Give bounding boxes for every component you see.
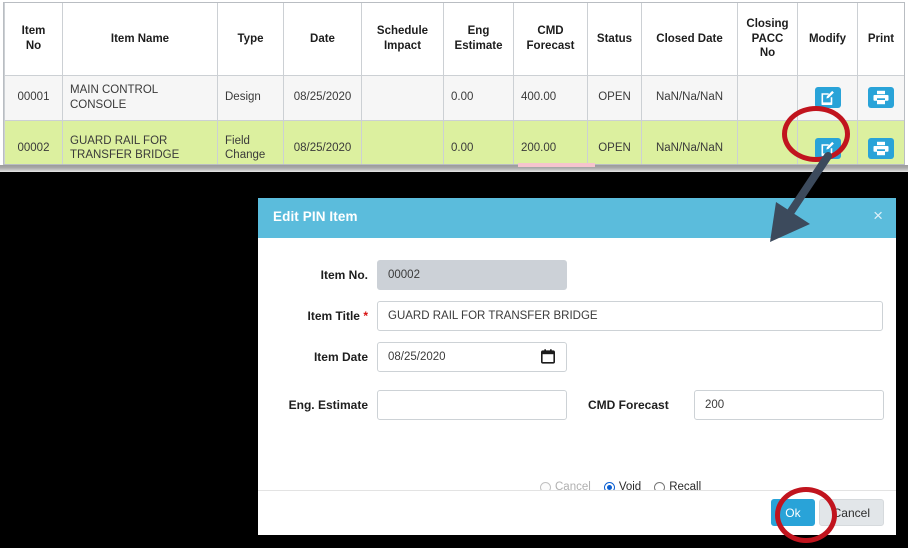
column-header-print[interactable]: Print (857, 3, 904, 76)
table-row[interactable]: 00002 GUARD RAIL FOR TRANSFER BRIDGE Fie… (4, 119, 904, 164)
column-header-schedule-impact[interactable]: Schedule Impact (361, 3, 444, 76)
cell-status: OPEN (587, 119, 642, 164)
cell-print (857, 119, 904, 164)
header-line-2: Impact (383, 39, 422, 52)
header-line-2: No (25, 39, 42, 52)
edit-square-icon[interactable] (814, 137, 841, 159)
printer-icon[interactable] (868, 87, 894, 108)
header-line-1: Schedule (376, 25, 429, 38)
cell-eng-estimate: 0.00 (443, 74, 514, 121)
item-title-label-text: Item Title (307, 309, 360, 323)
panel-bottom-scrollbar[interactable] (0, 165, 908, 172)
cell-print (857, 74, 904, 121)
header-line-2: PACC (751, 32, 784, 45)
header-line-1: Closing (746, 18, 789, 31)
cell-type: Design (217, 74, 284, 121)
edit-square-icon[interactable] (814, 87, 841, 108)
dialog-footer: Ok Cancel (258, 490, 896, 535)
item-date-wrapper (377, 342, 567, 372)
cell-cmd-forecast: 400.00 (513, 74, 588, 121)
header-line-3: No (759, 46, 776, 59)
column-header-status[interactable]: Status (587, 3, 642, 76)
dialog-body: Item No. Item Title * Item Date (258, 238, 896, 493)
dialog-title: Edit PIN Item (273, 209, 358, 224)
close-icon[interactable]: × (873, 207, 883, 224)
eng-estimate-label: Eng. Estimate (288, 398, 368, 412)
type-line-2: Change (225, 149, 266, 161)
header-line-2: Estimate (454, 39, 503, 52)
header-line-2: Forecast (526, 39, 575, 52)
item-date-input[interactable] (377, 342, 567, 372)
type-line-1: Field (225, 134, 250, 147)
column-header-type[interactable]: Type (217, 3, 284, 76)
header-line-1: Eng (467, 25, 490, 38)
cell-closing-pacc-no (737, 119, 798, 164)
column-header-closed-date[interactable]: Closed Date (641, 3, 738, 76)
pin-items-table: Item No Item Name Type Date Schedule Imp… (4, 3, 904, 164)
column-header-cmd-forecast[interactable]: CMD Forecast (513, 3, 588, 76)
cell-eng-estimate: 0.00 (443, 119, 514, 164)
item-title-label: Item Title * (258, 309, 368, 323)
item-name-line-1: GUARD RAIL FOR (70, 134, 168, 147)
item-title-input[interactable] (377, 301, 883, 331)
table-header-row: Item No Item Name Type Date Schedule Imp… (4, 3, 904, 76)
table-row[interactable]: 00001 MAIN CONTROL CONSOLE Design 08/25/… (4, 74, 904, 121)
printer-icon[interactable] (868, 137, 894, 159)
cancel-button[interactable]: Cancel (818, 499, 884, 526)
cell-date: 08/25/2020 (283, 119, 362, 164)
cell-type: Field Change (217, 119, 284, 164)
header-line-1: Item (21, 25, 46, 38)
eng-estimate-input[interactable] (377, 390, 567, 420)
header-line-1: CMD (537, 25, 564, 38)
pin-items-table-frame: Item No Item Name Type Date Schedule Imp… (3, 2, 905, 165)
ok-button[interactable]: Ok (771, 499, 815, 526)
item-date-label: Item Date (313, 350, 368, 364)
item-no-input[interactable] (377, 260, 567, 290)
cell-schedule-impact (361, 119, 444, 164)
pin-items-panel: Item No Item Name Type Date Schedule Imp… (0, 0, 908, 172)
cmd-forecast-label: CMD Forecast (588, 398, 669, 412)
cell-item-name: MAIN CONTROL CONSOLE (62, 74, 218, 121)
column-header-date[interactable]: Date (283, 3, 362, 76)
pink-row-indicator (518, 163, 595, 167)
cmd-forecast-input[interactable] (694, 390, 884, 420)
cell-modify (797, 74, 858, 121)
cell-cmd-forecast: 200.00 (513, 119, 588, 164)
cell-modify (797, 119, 858, 164)
column-header-closing-pacc-no[interactable]: Closing PACC No (737, 3, 798, 76)
column-header-item-no[interactable]: Item No (4, 3, 63, 76)
edit-pin-item-dialog: Edit PIN Item × Item No. Item Title * It… (258, 198, 896, 535)
cell-status: OPEN (587, 74, 642, 121)
cell-closing-pacc-no (737, 74, 798, 121)
table-body: 00001 MAIN CONTROL CONSOLE Design 08/25/… (4, 74, 904, 164)
column-header-modify[interactable]: Modify (797, 3, 858, 76)
column-header-eng-estimate[interactable]: Eng Estimate (443, 3, 514, 76)
dialog-footer-buttons: Ok Cancel (771, 499, 884, 526)
cell-date: 08/25/2020 (283, 74, 362, 121)
cell-item-name: GUARD RAIL FOR TRANSFER BRIDGE (62, 119, 218, 164)
item-name-line-2: TRANSFER BRIDGE (70, 149, 180, 161)
item-no-label: Item No. (320, 268, 368, 282)
cell-item-no: 00002 (4, 119, 63, 164)
dialog-header: Edit PIN Item × (258, 198, 896, 238)
column-header-item-name[interactable]: Item Name (62, 3, 218, 76)
required-marker: * (363, 309, 368, 323)
cell-closed-date: NaN/Na/NaN (641, 119, 738, 164)
cell-schedule-impact (361, 74, 444, 121)
cell-closed-date: NaN/Na/NaN (641, 74, 738, 121)
cell-item-no: 00001 (4, 74, 63, 121)
